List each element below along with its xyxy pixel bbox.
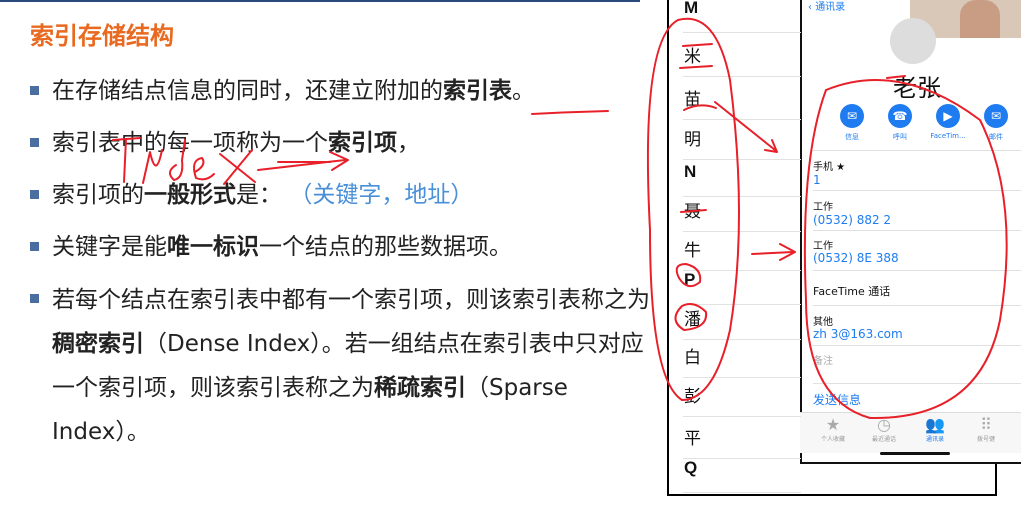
index-circle [675,263,702,288]
index-scribble-e [193,157,215,181]
index-mark [680,209,707,213]
contact-card-circle [803,79,1008,420]
index-scribble-i [112,137,141,183]
index-circle [646,17,740,401]
index-mark [679,43,713,69]
index-scribble-n [142,149,163,184]
arrow-to-card [751,243,796,261]
index-circle [674,303,708,331]
index-scribble-d [169,139,186,181]
index-mark [683,104,717,111]
dialog-handle [886,75,906,79]
index-scribble-x [219,149,256,185]
arrow-to-card [714,101,778,153]
underline-stroke [531,110,609,115]
handwritten-annotations [112,17,1008,420]
